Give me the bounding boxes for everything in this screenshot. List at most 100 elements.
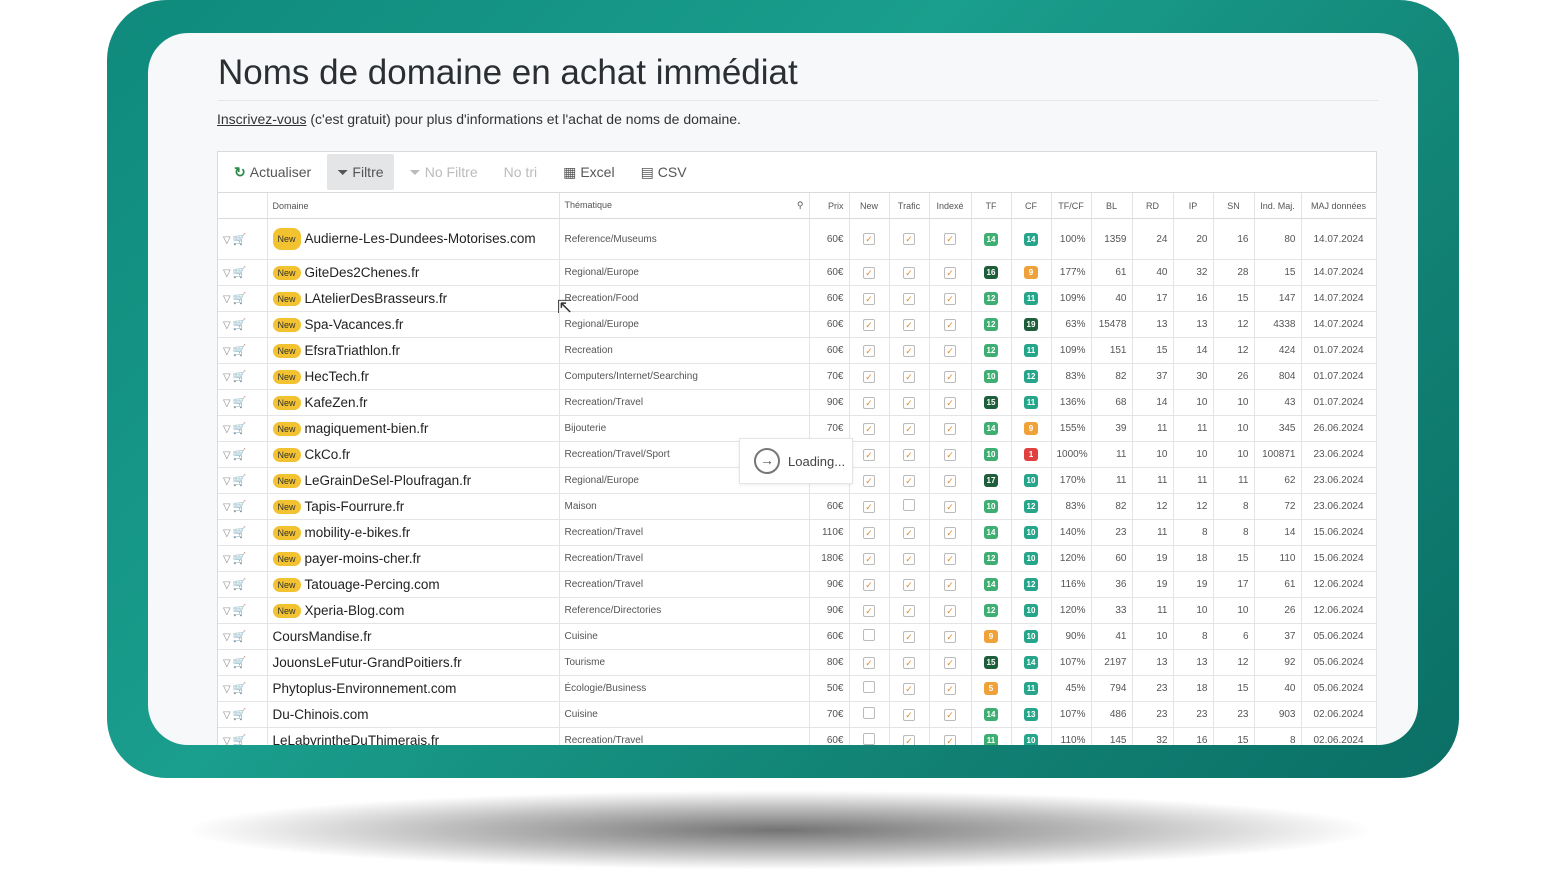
cart-icon[interactable]: 🛒: [233, 553, 247, 565]
domain-name[interactable]: Tatouage-Percing.com: [305, 577, 440, 592]
cart-icon[interactable]: 🛒: [233, 345, 247, 357]
expand-icon[interactable]: ▽: [223, 710, 231, 721]
table-row[interactable]: ▽ 🛒 New HecTech.fr Computers/Internet/Search…: [218, 363, 1377, 390]
col-new[interactable]: New: [849, 193, 890, 219]
domain-name[interactable]: EfsraTriathlon.fr: [305, 343, 401, 358]
col-indexed[interactable]: Indexé: [929, 193, 972, 219]
col-domain[interactable]: Domaine: [267, 193, 560, 219]
cart-icon[interactable]: 🛒: [233, 657, 247, 669]
domain-cell[interactable]: New GiteDes2Chenes.fr: [267, 259, 560, 286]
cart-icon[interactable]: 🛒: [233, 631, 247, 643]
expand-icon[interactable]: ▽: [223, 658, 231, 669]
expand-icon[interactable]: ▽: [223, 268, 231, 279]
domain-cell[interactable]: Du-Chinois.com: [267, 701, 560, 728]
domain-cell[interactable]: New Xperia-Blog.com: [267, 597, 560, 624]
cart-icon[interactable]: 🛒: [233, 397, 247, 409]
cart-icon[interactable]: 🛒: [233, 527, 247, 539]
domain-cell[interactable]: New Audierne-Les-Dundees-Motorises.com: [267, 218, 560, 260]
cart-icon[interactable]: 🛒: [233, 605, 247, 617]
expand-icon[interactable]: ▽: [223, 320, 231, 331]
domain-name[interactable]: JouonsLeFutur-GrandPoitiers.fr: [273, 655, 462, 670]
domain-name[interactable]: Audierne-Les-Dundees-Motorises.com: [305, 231, 536, 246]
domain-name[interactable]: Tapis-Fourrure.fr: [305, 499, 405, 514]
cart-icon[interactable]: 🛒: [233, 423, 247, 435]
col-price[interactable]: Prix: [809, 193, 850, 219]
table-row[interactable]: ▽ 🛒 LeLabyrintheDuThimerais.fr Recreation/T…: [218, 727, 1377, 745]
domain-cell[interactable]: LeLabyrintheDuThimerais.fr: [267, 727, 560, 745]
cart-icon[interactable]: 🛒: [233, 683, 247, 695]
excel-export-button[interactable]: ▦ Excel: [553, 154, 624, 190]
domain-cell[interactable]: New Spa-Vacances.fr: [267, 311, 560, 338]
cart-icon[interactable]: 🛒: [233, 501, 247, 513]
domain-name[interactable]: LeGrainDeSel-Ploufragan.fr: [305, 473, 472, 488]
table-row[interactable]: ▽ 🛒 New Tatouage-Percing.com Recreation/Trav…: [218, 571, 1377, 598]
domain-cell[interactable]: New CkCo.fr: [267, 441, 560, 468]
domain-name[interactable]: HecTech.fr: [305, 369, 370, 384]
col-cf[interactable]: CF: [1011, 193, 1052, 219]
expand-icon[interactable]: ▽: [223, 606, 231, 617]
cart-icon[interactable]: 🛒: [233, 371, 247, 383]
expand-icon[interactable]: ▽: [223, 580, 231, 591]
domain-cell[interactable]: New HecTech.fr: [267, 363, 560, 390]
domain-name[interactable]: Spa-Vacances.fr: [305, 317, 404, 332]
table-row[interactable]: ▽ 🛒 New Audierne-Les-Dundees-Motorises.com R…: [218, 218, 1377, 260]
expand-icon[interactable]: ▽: [223, 294, 231, 305]
cart-icon[interactable]: 🛒: [233, 449, 247, 461]
expand-icon[interactable]: ▽: [223, 424, 231, 435]
domain-name[interactable]: CoursMandise.fr: [273, 629, 372, 644]
expand-icon[interactable]: ▽: [223, 632, 231, 643]
cart-icon[interactable]: 🛒: [233, 293, 247, 305]
col-maj[interactable]: MAJ données: [1301, 193, 1377, 219]
expand-icon[interactable]: ▽: [223, 554, 231, 565]
table-row[interactable]: ▽ 🛒 JouonsLeFutur-GrandPoitiers.fr Tourisme…: [218, 649, 1377, 676]
domain-name[interactable]: LAtelierDesBrasseurs.fr: [305, 291, 448, 306]
domain-name[interactable]: payer-moins-cher.fr: [305, 551, 421, 566]
domain-cell[interactable]: CoursMandise.fr: [267, 623, 560, 650]
domain-name[interactable]: Xperia-Blog.com: [305, 603, 405, 618]
cart-icon[interactable]: 🛒: [233, 709, 247, 721]
domain-cell[interactable]: New LeGrainDeSel-Ploufragan.fr: [267, 467, 560, 494]
expand-icon[interactable]: ▽: [223, 476, 231, 487]
expand-icon[interactable]: ▽: [223, 398, 231, 409]
pin-icon[interactable]: ⚲: [797, 200, 804, 211]
expand-icon[interactable]: ▽: [223, 684, 231, 695]
domain-cell[interactable]: Phytoplus-Environnement.com: [267, 675, 560, 702]
domain-cell[interactable]: JouonsLeFutur-GrandPoitiers.fr: [267, 649, 560, 676]
table-row[interactable]: ▽ 🛒 New LAtelierDesBrasseurs.fr Recreation/F…: [218, 285, 1377, 312]
domain-cell[interactable]: New mobility-e-bikes.fr: [267, 519, 560, 546]
domain-cell[interactable]: New LAtelierDesBrasseurs.fr: [267, 285, 560, 312]
expand-icon[interactable]: ▽: [223, 736, 231, 745]
filter-button[interactable]: ⏷ Filtre: [327, 154, 394, 190]
refresh-button[interactable]: ↻ Actualiser: [224, 154, 321, 190]
table-row[interactable]: ▽ 🛒 New EfsraTriathlon.fr Recreation 60€ ✓ ✓ ✓ 12…: [218, 337, 1377, 364]
table-row[interactable]: ▽ 🛒 Du-Chinois.com Cuisine 70€ ✓ ✓ 14 13 107% 486 2…: [218, 701, 1377, 728]
cart-icon[interactable]: 🛒: [233, 579, 247, 591]
domain-name[interactable]: CkCo.fr: [305, 447, 351, 462]
domain-cell[interactable]: New Tapis-Fourrure.fr: [267, 493, 560, 520]
table-row[interactable]: ▽ 🛒 New GiteDes2Chenes.fr Regional/Europe 60€…: [218, 259, 1377, 286]
domain-name[interactable]: Phytoplus-Environnement.com: [273, 681, 457, 696]
table-row[interactable]: ▽ 🛒 New payer-moins-cher.fr Recreation/Trave…: [218, 545, 1377, 572]
domain-cell[interactable]: New KafeZen.fr: [267, 389, 560, 416]
col-theme[interactable]: Thématique ⚲: [559, 193, 810, 219]
cart-icon[interactable]: 🛒: [233, 234, 247, 246]
cart-icon[interactable]: 🛒: [233, 475, 247, 487]
signup-link[interactable]: Inscrivez-vous: [217, 111, 306, 127]
table-row[interactable]: ▽ 🛒 New KafeZen.fr Recreation/Travel 90€ ✓ ✓ ✓ 15…: [218, 389, 1377, 416]
csv-export-button[interactable]: ▤ CSV: [631, 154, 697, 190]
col-traffic[interactable]: Trafic: [889, 193, 930, 219]
no-sort-button[interactable]: No tri: [494, 154, 547, 190]
col-bl[interactable]: BL: [1091, 193, 1133, 219]
table-row[interactable]: ▽ 🛒 New Tapis-Fourrure.fr Maison 60€ ✓ ✓ 10 12 83%…: [218, 493, 1377, 520]
domain-name[interactable]: Du-Chinois.com: [273, 707, 369, 722]
table-row[interactable]: ▽ 🛒 Phytoplus-Environnement.com Écologie/Bu…: [218, 675, 1377, 702]
domain-name[interactable]: magiquement-bien.fr: [305, 421, 429, 436]
table-row[interactable]: ▽ 🛒 CoursMandise.fr Cuisine 60€ ✓ ✓ 9 10 90% 41 10 8…: [218, 623, 1377, 650]
col-ind-maj[interactable]: Ind. Maj.: [1254, 193, 1302, 219]
cart-icon[interactable]: 🛒: [233, 735, 247, 745]
cart-icon[interactable]: 🛒: [233, 267, 247, 279]
col-tfcf[interactable]: TF/CF: [1051, 193, 1092, 219]
col-rd[interactable]: RD: [1132, 193, 1174, 219]
col-tf[interactable]: TF: [971, 193, 1012, 219]
domain-cell[interactable]: New payer-moins-cher.fr: [267, 545, 560, 572]
